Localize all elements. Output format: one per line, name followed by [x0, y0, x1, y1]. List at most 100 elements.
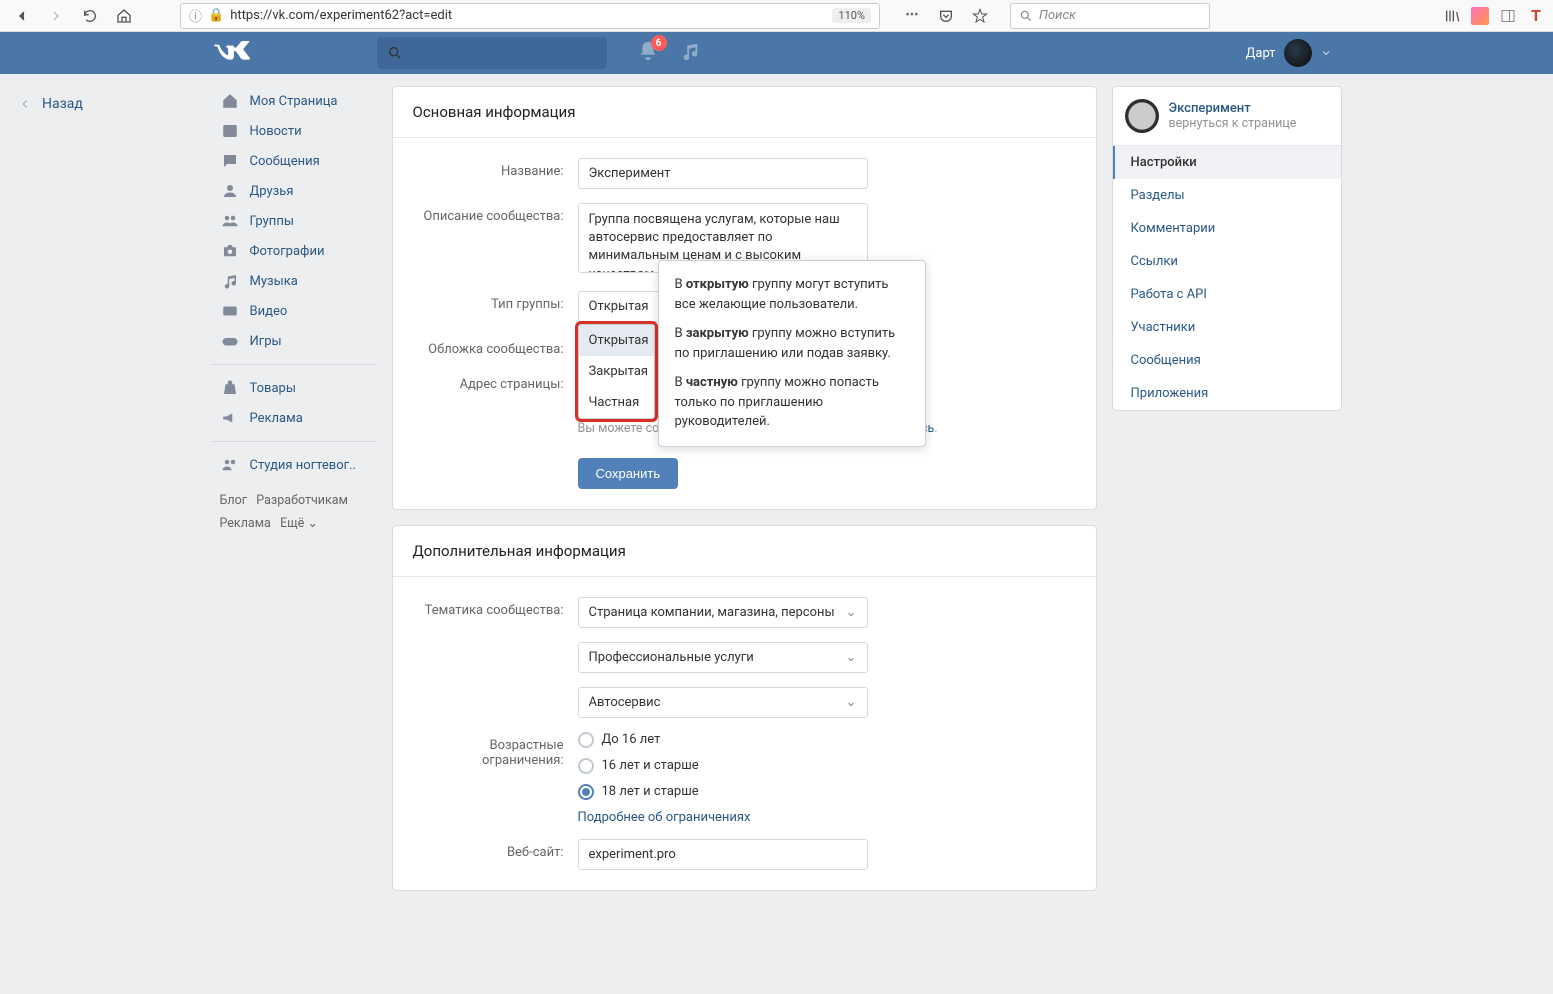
chevron-left-icon	[18, 97, 32, 111]
forward-button[interactable]	[42, 4, 70, 28]
age-option-2[interactable]: 18 лет и старше	[578, 784, 1076, 800]
bag-icon	[220, 378, 240, 398]
theme-sub1-select[interactable]: Профессиональные услуги⌄	[578, 642, 868, 673]
main-column: Основная информация Название: Описание с…	[377, 74, 1112, 921]
nav-community[interactable]: Студия ногтевог..	[212, 450, 377, 480]
ctx-item-comments[interactable]: Комментарии	[1113, 212, 1341, 245]
ext1-icon[interactable]	[1471, 7, 1489, 25]
separator	[212, 441, 377, 442]
sidebar-icon[interactable]	[1499, 7, 1517, 25]
chevron-down-icon: ⌄	[846, 695, 857, 710]
footer-more[interactable]: Ещё ⌄	[280, 516, 318, 531]
nav-photos[interactable]: Фотографии	[212, 236, 377, 266]
ctx-item-sections[interactable]: Разделы	[1113, 179, 1341, 212]
notifications-icon[interactable]: 6	[637, 40, 659, 66]
ctx-item-messages[interactable]: Сообщения	[1113, 344, 1341, 377]
right-column: Эксперимент вернуться к странице Настрой…	[1112, 74, 1342, 921]
back-button[interactable]	[8, 4, 36, 28]
community-icon	[220, 455, 240, 475]
nav-messages[interactable]: Сообщения	[212, 146, 377, 176]
website-input[interactable]	[578, 839, 868, 870]
type-dropdown: Открытая Закрытая Частная	[578, 324, 655, 419]
section-title: Основная информация	[393, 87, 1096, 138]
nav-footer: Блог Разработчикам Реклама Ещё ⌄	[212, 480, 377, 545]
age-option-1[interactable]: 16 лет и старше	[578, 758, 1076, 774]
nav-groups[interactable]: Группы	[212, 206, 377, 236]
chevron-down-icon	[1320, 47, 1332, 59]
camera-icon	[220, 241, 240, 261]
message-icon	[220, 151, 240, 171]
age-label: Возрастные ограничения:	[413, 732, 578, 768]
section-title: Дополнительная информация	[393, 526, 1096, 577]
video-icon	[220, 301, 240, 321]
pocket-icon[interactable]	[932, 4, 960, 28]
theme-select[interactable]: Страница компании, магазина, персоны⌄	[578, 597, 868, 628]
ctx-item-settings[interactable]: Настройки	[1113, 146, 1341, 179]
chevron-down-icon: ⌄	[846, 650, 857, 665]
nav-ads[interactable]: Реклама	[212, 403, 377, 433]
footer-blog[interactable]: Блог	[220, 493, 247, 508]
age-more-link[interactable]: Подробнее об ограничениях	[578, 810, 1076, 825]
vk-search[interactable]	[377, 37, 607, 69]
type-option-closed[interactable]: Закрытая	[579, 356, 654, 387]
ctx-item-links[interactable]: Ссылки	[1113, 245, 1341, 278]
username: Дарт	[1246, 46, 1276, 61]
type-option-private[interactable]: Частная	[579, 387, 654, 418]
browser-chrome: ⓘ 🔒 https://vk.com/experiment62?act=edit…	[0, 0, 1553, 32]
gamepad-icon	[220, 331, 240, 351]
home-button[interactable]	[110, 4, 138, 28]
context-card: Эксперимент вернуться к странице Настрой…	[1112, 86, 1342, 411]
theme-sub2-select[interactable]: Автосервис⌄	[578, 687, 868, 718]
ctx-item-members[interactable]: Участники	[1113, 311, 1341, 344]
chevron-down-icon: ⌄	[846, 605, 857, 620]
footer-dev[interactable]: Разработчикам	[256, 493, 348, 508]
back-link[interactable]: Назад	[18, 96, 83, 112]
nav-my-page[interactable]: Моя Страница	[212, 86, 377, 116]
type-select[interactable]: Открытая	[578, 291, 663, 322]
browser-search[interactable]: Поиск	[1010, 3, 1210, 29]
nav-market[interactable]: Товары	[212, 373, 377, 403]
theme-label: Тематика сообщества:	[413, 597, 578, 618]
community-title: Эксперимент	[1169, 101, 1297, 116]
nav-friends[interactable]: Друзья	[212, 176, 377, 206]
radio-icon	[578, 758, 594, 774]
save-button[interactable]: Сохранить	[578, 458, 679, 489]
nav-games[interactable]: Игры	[212, 326, 377, 356]
context-header[interactable]: Эксперимент вернуться к странице	[1113, 87, 1341, 146]
nav-news[interactable]: Новости	[212, 116, 377, 146]
url-bar[interactable]: ⓘ 🔒 https://vk.com/experiment62?act=edit…	[180, 3, 880, 29]
notification-badge: 6	[651, 35, 667, 51]
type-option-open[interactable]: Открытая	[579, 325, 654, 356]
separator	[212, 364, 377, 365]
footer-ads[interactable]: Реклама	[220, 516, 271, 531]
community-avatar	[1125, 99, 1159, 133]
vk-header: 6 Дарт	[0, 32, 1553, 74]
nav-music[interactable]: Музыка	[212, 266, 377, 296]
megaphone-icon	[220, 408, 240, 428]
radio-icon	[578, 732, 594, 748]
ctx-item-apps[interactable]: Приложения	[1113, 377, 1341, 410]
bookmark-icon[interactable]	[966, 4, 994, 28]
reload-button[interactable]	[76, 4, 104, 28]
news-icon	[220, 121, 240, 141]
more-icon[interactable]: •••	[898, 4, 926, 28]
cover-label: Обложка сообщества:	[413, 336, 578, 357]
chevron-down-icon: ⌄	[307, 516, 317, 531]
zoom-badge[interactable]: 110%	[832, 8, 871, 23]
name-input[interactable]	[578, 158, 868, 189]
type-tooltip: В открытую группу могут вступить все жел…	[658, 260, 926, 447]
age-option-0[interactable]: До 16 лет	[578, 732, 1076, 748]
ctx-item-api[interactable]: Работа с API	[1113, 278, 1341, 311]
additional-info-card: Дополнительная информация Тематика сообщ…	[392, 525, 1097, 891]
nav-video[interactable]: Видео	[212, 296, 377, 326]
user-menu[interactable]: Дарт	[1246, 39, 1342, 67]
lock-icon: 🔒	[208, 8, 224, 23]
left-nav: Моя Страница Новости Сообщения Друзья Гр…	[212, 74, 377, 921]
ext2-icon[interactable]: T	[1527, 7, 1545, 25]
address-label: Адрес страницы:	[413, 371, 578, 392]
library-icon[interactable]	[1443, 7, 1461, 25]
vk-logo[interactable]	[212, 41, 377, 65]
music-icon[interactable]	[679, 40, 701, 66]
friends-icon	[220, 181, 240, 201]
home-icon	[220, 91, 240, 111]
